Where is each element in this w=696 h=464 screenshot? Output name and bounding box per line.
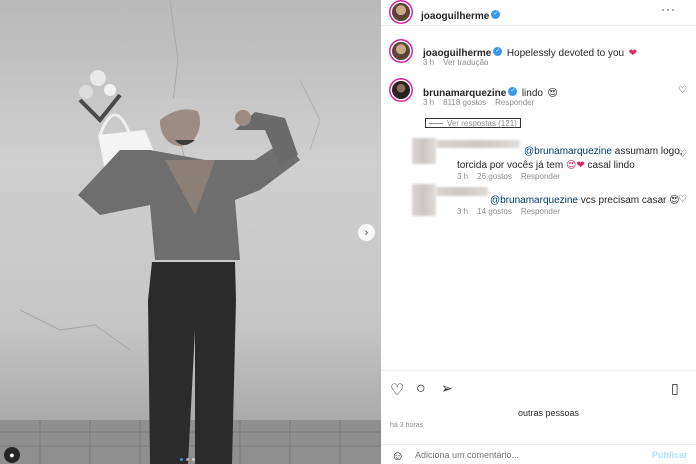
reply-button[interactable]: Responder xyxy=(521,207,560,216)
reply-button[interactable]: Responder xyxy=(521,172,560,181)
comment-time: 3 h xyxy=(423,98,435,107)
reply-text-3: casal lindo xyxy=(584,160,635,171)
heart-icon[interactable]: ♡ xyxy=(678,85,687,96)
post-timestamp: há 3 horas xyxy=(390,422,424,429)
verified-badge-icon: ✓ xyxy=(508,87,518,97)
reply-likes[interactable]: 14 gostos xyxy=(477,207,512,216)
heart-emoji: ❤ xyxy=(628,48,637,59)
reply-mention[interactable]: @brunamarquezine xyxy=(490,195,578,206)
heart-icon[interactable]: ♡ xyxy=(678,194,687,205)
replies-line xyxy=(429,122,443,124)
comment-emoji: 😍 xyxy=(547,88,558,99)
action-bar: ♡ ○ ➢ ▯ xyxy=(381,380,696,400)
caption-text: Hopelessly devoted to you xyxy=(506,48,625,59)
reply: @brunamarquezine vcs precisam casar 😍 xyxy=(490,190,680,208)
view-replies-label: Ver respostas (121) xyxy=(447,118,517,128)
verified-badge-icon: ✓ xyxy=(493,47,503,57)
reply-text-2: torcida por vocês já tem xyxy=(457,160,566,171)
caption-time: 3 h xyxy=(423,58,435,67)
post-sidebar: joaoguilherme ✓ ··· joaoguilherme ✓ Hopele… xyxy=(381,0,696,464)
reply-button[interactable]: Responder xyxy=(495,98,534,107)
verified-badge-icon: ✓ xyxy=(491,10,501,20)
carousel-dot xyxy=(180,458,183,461)
reply-likes[interactable]: 26 gostos xyxy=(477,172,512,181)
chevron-right-icon: › xyxy=(364,226,369,239)
header-divider xyxy=(381,25,696,26)
blurred-avatar xyxy=(412,184,436,216)
share-icon[interactable]: ➢ xyxy=(441,380,453,397)
emoji-icon[interactable]: ☺ xyxy=(391,448,404,463)
publish-button[interactable]: Publicar xyxy=(652,450,688,460)
carousel-next-button[interactable]: › xyxy=(358,224,375,241)
reply-time: 3 h xyxy=(457,207,469,216)
tagged-users-button[interactable]: ● xyxy=(4,447,20,463)
reply-text: vcs precisam casar xyxy=(577,195,670,206)
carousel-dot xyxy=(192,458,195,461)
more-options-icon[interactable]: ··· xyxy=(661,2,676,16)
blurred-avatar xyxy=(412,138,436,164)
comment-icon[interactable]: ○ xyxy=(416,380,426,398)
user-icon: ● xyxy=(9,450,15,460)
heart-icon[interactable]: ♡ xyxy=(390,380,404,400)
comment-input[interactable] xyxy=(415,448,635,462)
caption-meta: 3 h Ver tradução xyxy=(423,58,489,67)
reply-continued: torcida por vocês já tem 😍❤ casal lindo xyxy=(457,155,635,173)
comment-composer: ☺ Publicar xyxy=(381,444,696,464)
blurred-username xyxy=(436,187,488,196)
comment-likes[interactable]: 8118 gostos xyxy=(443,98,486,107)
reply-meta: 3 h 14 gostos Responder xyxy=(457,207,560,216)
author-avatar[interactable] xyxy=(392,3,410,21)
likes-summary[interactable]: outras pessoas xyxy=(518,408,579,418)
heart-icon[interactable]: ♡ xyxy=(678,149,687,160)
bookmark-icon[interactable]: ▯ xyxy=(671,380,679,397)
blurred-username xyxy=(436,140,520,148)
view-replies-button[interactable]: Ver respostas (121) xyxy=(425,118,521,128)
post-header: joaoguilherme ✓ xyxy=(421,6,501,24)
actions-divider xyxy=(381,370,696,371)
author-username[interactable]: joaoguilherme xyxy=(421,11,489,22)
reply-meta: 3 h 26 gostos Responder xyxy=(457,172,560,181)
reply-emoji: 😍❤ xyxy=(565,160,585,171)
photo-illustration xyxy=(0,0,381,464)
reply-time: 3 h xyxy=(457,172,469,181)
caption-avatar[interactable] xyxy=(392,42,410,60)
translate-link[interactable]: Ver tradução xyxy=(443,58,488,67)
carousel-dot xyxy=(186,458,189,461)
carousel-indicator xyxy=(180,458,195,461)
comment-meta: 3 h 8118 gostos Responder xyxy=(423,98,534,107)
post-photo[interactable]: › ● xyxy=(0,0,381,464)
commenter-avatar[interactable] xyxy=(392,81,410,99)
